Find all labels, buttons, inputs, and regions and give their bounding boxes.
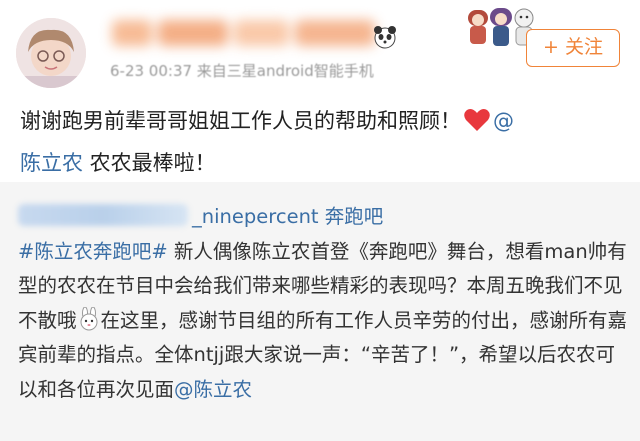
panda-emoji-icon — [374, 26, 396, 49]
repost-text: _ninepercent 奔跑吧 #陈立农奔跑吧# 新人偶像陈立农首登《奔跑吧》舞… — [18, 200, 630, 407]
mention-at[interactable]: @ — [493, 109, 514, 133]
post-text-part1: 谢谢跑男前辈哥哥姐姐工作人员的帮助和照顾！ — [20, 109, 461, 133]
post-text: 谢谢跑男前辈哥哥姐姐工作人员的帮助和照顾！ @ 陈立农 农农最棒啦！ — [20, 100, 620, 184]
repost-card[interactable]: _ninepercent 奔跑吧 #陈立农奔跑吧# 新人偶像陈立农首登《奔跑吧》舞… — [0, 182, 640, 441]
username-blurred[interactable] — [112, 20, 412, 54]
weibo-post: 6-23 00:37 来自三星android智能手机 + 关注 谢谢跑男前辈哥哥… — [0, 0, 640, 182]
rabbit-emoji-icon — [80, 306, 98, 330]
repost-mention-link[interactable]: @陈立农 — [174, 378, 252, 401]
follow-button[interactable]: + 关注 — [526, 29, 620, 67]
post-text-part2: 农农最棒啦！ — [83, 151, 216, 175]
heart-icon — [464, 109, 490, 131]
source-name[interactable]: _ninepercent 奔跑吧 — [192, 205, 383, 228]
post-meta: 6-23 00:37 来自三星android智能手机 — [110, 62, 374, 80]
avatar-photo — [16, 18, 86, 88]
hashtag-link[interactable]: #陈立农奔跑吧# — [18, 240, 168, 263]
mention-link[interactable]: 陈立农 — [20, 151, 83, 175]
source-blurred — [18, 204, 188, 226]
avatar[interactable] — [16, 18, 86, 88]
repost-body-part2: 在这里，感谢节目组的所有工作人员辛劳的付出，感谢所有嘉宾前辈的指点。全体ntjj… — [18, 308, 628, 401]
